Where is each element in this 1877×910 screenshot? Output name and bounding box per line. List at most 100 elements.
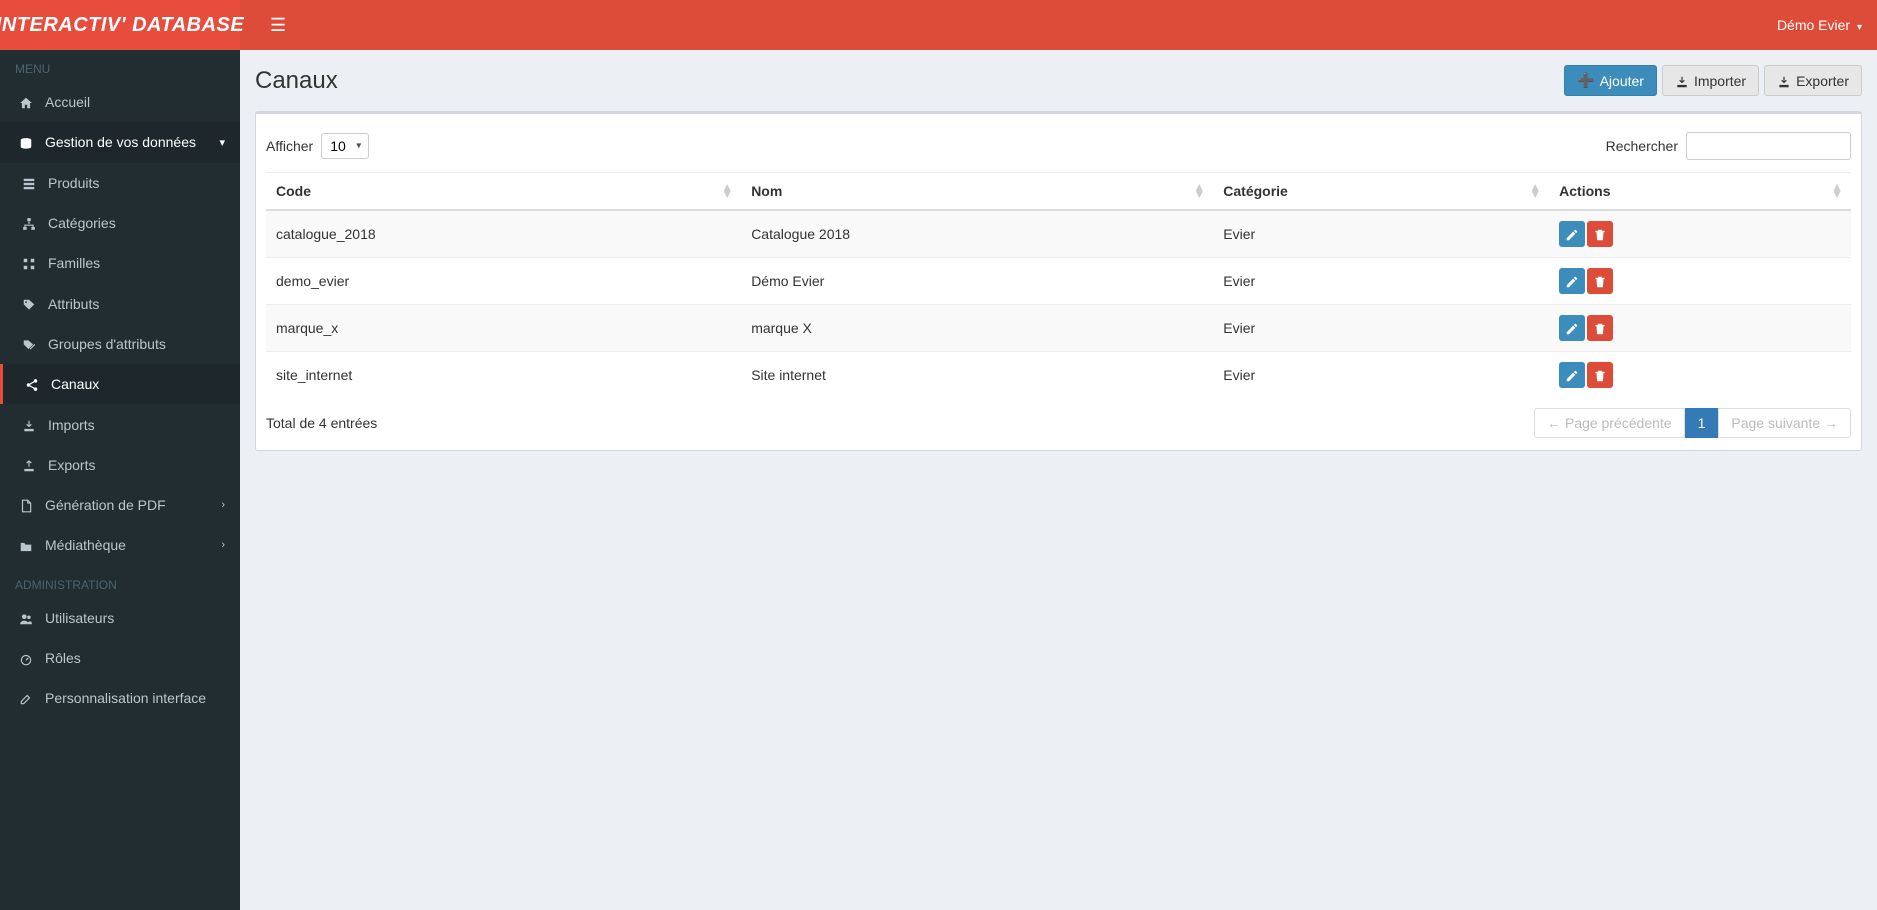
delete-button[interactable] xyxy=(1587,362,1613,388)
bars-icon: ☰ xyxy=(270,15,286,35)
page-title: Canaux xyxy=(255,67,338,95)
top-header: INTERACTIV' DATABASE ☰ Démo Evier ▾ xyxy=(0,0,1877,50)
edit-button[interactable] xyxy=(1559,221,1585,247)
user-menu[interactable]: Démo Evier ▾ xyxy=(1777,17,1862,33)
sidebar-item-generation-pdf[interactable]: Génération de PDF › xyxy=(0,485,240,525)
users-icon xyxy=(15,610,37,626)
sidebar-item-mediatheque[interactable]: Médiathèque › xyxy=(0,525,240,565)
page-number-button[interactable]: 1 xyxy=(1685,408,1719,438)
sidebar-item-label: Gestion de vos données xyxy=(45,134,196,150)
sidebar-item-imports[interactable]: Imports xyxy=(0,404,240,444)
chevron-down-icon: ▾ xyxy=(219,136,225,149)
sidebar-item-accueil[interactable]: Accueil xyxy=(0,82,240,122)
sort-icon: ▲▼ xyxy=(1529,184,1541,198)
trash-icon xyxy=(1593,367,1607,383)
sort-icon: ▲▼ xyxy=(1831,184,1843,198)
sidebar-item-label: Médiathèque xyxy=(45,537,126,553)
trash-icon xyxy=(1593,226,1607,242)
chevron-right-icon: › xyxy=(221,499,225,511)
sidebar-item-categories[interactable]: Catégories xyxy=(0,203,240,243)
download-icon xyxy=(1675,72,1689,88)
chevron-right-icon: › xyxy=(221,539,225,551)
sidebar-item-label: Produits xyxy=(48,175,99,191)
sidebar-item-label: Imports xyxy=(48,417,95,433)
sidebar-section-admin: ADMINISTRATION xyxy=(0,566,240,598)
chevron-down-icon: ▾ xyxy=(1857,22,1862,33)
table-footer: Total de 4 entrées ← Page précédente 1 P… xyxy=(266,398,1851,440)
upload-icon xyxy=(1777,72,1791,88)
delete-button[interactable] xyxy=(1587,221,1613,247)
page-size-select[interactable]: 10 xyxy=(321,133,369,159)
sidebar-item-gestion-donnees[interactable]: Gestion de vos données ▾ xyxy=(0,122,240,162)
total-entries: Total de 4 entrées xyxy=(266,415,377,431)
export-button[interactable]: Exporter xyxy=(1764,65,1862,96)
sidebar-item-label: Groupes d'attributs xyxy=(48,336,166,352)
sidebar-item-personnalisation[interactable]: Personnalisation interface xyxy=(0,678,240,718)
col-name[interactable]: Nom ▲▼ xyxy=(741,173,1213,211)
sidebar-item-roles[interactable]: Rôles xyxy=(0,638,240,678)
pagination: ← Page précédente 1 Page suivante → xyxy=(1534,408,1851,438)
cell-category: Evier xyxy=(1213,352,1549,399)
search-label: Rechercher xyxy=(1606,138,1678,154)
cell-name: Catalogue 2018 xyxy=(741,210,1213,258)
sidebar-item-attributs[interactable]: Attributs xyxy=(0,283,240,323)
cell-actions xyxy=(1549,210,1851,258)
cell-code: marque_x xyxy=(266,305,741,352)
sidebar-item-canaux[interactable]: Canaux xyxy=(0,364,240,404)
sidebar-item-label: Accueil xyxy=(45,94,90,110)
cell-code: demo_evier xyxy=(266,258,741,305)
edit-icon xyxy=(15,690,37,706)
share-icon xyxy=(21,376,43,392)
sidebar-item-label: Familles xyxy=(48,255,100,271)
add-button[interactable]: ➕ Ajouter xyxy=(1564,65,1657,96)
edit-button[interactable] xyxy=(1559,362,1585,388)
show-label: Afficher xyxy=(266,138,313,154)
sidebar-item-utilisateurs[interactable]: Utilisateurs xyxy=(0,598,240,638)
sidebar-item-label: Personnalisation interface xyxy=(45,690,206,706)
next-page-button[interactable]: Page suivante → xyxy=(1718,408,1851,438)
import-button[interactable]: Importer xyxy=(1662,65,1759,96)
cell-actions xyxy=(1549,258,1851,305)
download-icon xyxy=(18,416,40,432)
sidebar-item-groupes-attributs[interactable]: Groupes d'attributs xyxy=(0,324,240,364)
sidebar-item-label: Attributs xyxy=(48,296,99,312)
trash-icon xyxy=(1593,273,1607,289)
cell-name: Démo Evier xyxy=(741,258,1213,305)
search-input[interactable] xyxy=(1686,132,1851,160)
table-row: site_internetSite internetEvier xyxy=(266,352,1851,399)
sidebar-item-familles[interactable]: Familles xyxy=(0,243,240,283)
table-box: Afficher 10 Rechercher Code ▲▼ xyxy=(255,111,1862,451)
edit-button[interactable] xyxy=(1559,315,1585,341)
tree-icon xyxy=(18,255,40,271)
sort-icon: ▲▼ xyxy=(721,184,733,198)
cell-category: Evier xyxy=(1213,258,1549,305)
col-category[interactable]: Catégorie ▲▼ xyxy=(1213,173,1549,211)
sidebar-item-produits[interactable]: Produits xyxy=(0,163,240,203)
home-icon xyxy=(15,94,37,110)
cell-actions xyxy=(1549,352,1851,399)
delete-button[interactable] xyxy=(1587,268,1613,294)
cell-category: Evier xyxy=(1213,305,1549,352)
sidebar-item-label: Utilisateurs xyxy=(45,610,114,626)
brand-text: INTERACTIV' DATABASE xyxy=(0,14,244,37)
content-area: Canaux ➕ Ajouter Importer Exporter xyxy=(240,50,1877,910)
edit-button[interactable] xyxy=(1559,268,1585,294)
pencil-icon xyxy=(1565,320,1579,336)
brand-logo[interactable]: INTERACTIV' DATABASE xyxy=(0,0,240,50)
sidebar-item-label: Rôles xyxy=(45,650,81,666)
dashboard-icon xyxy=(15,650,37,666)
table-header-row: Code ▲▼ Nom ▲▼ Catégorie ▲▼ Actions ▲▼ xyxy=(266,173,1851,211)
col-code[interactable]: Code ▲▼ xyxy=(266,173,741,211)
navbar: ☰ Démo Evier ▾ xyxy=(240,0,1877,50)
sidebar-item-exports[interactable]: Exports xyxy=(0,445,240,485)
add-button-label: Ajouter xyxy=(1600,73,1644,89)
sidebar-toggle[interactable]: ☰ xyxy=(255,5,301,46)
sitemap-icon xyxy=(18,215,40,231)
upload-icon xyxy=(18,457,40,473)
col-actions[interactable]: Actions ▲▼ xyxy=(1549,173,1851,211)
file-pdf-icon xyxy=(15,497,37,513)
delete-button[interactable] xyxy=(1587,315,1613,341)
prev-page-button[interactable]: ← Page précédente xyxy=(1534,408,1685,438)
pencil-icon xyxy=(1565,273,1579,289)
cell-code: catalogue_2018 xyxy=(266,210,741,258)
